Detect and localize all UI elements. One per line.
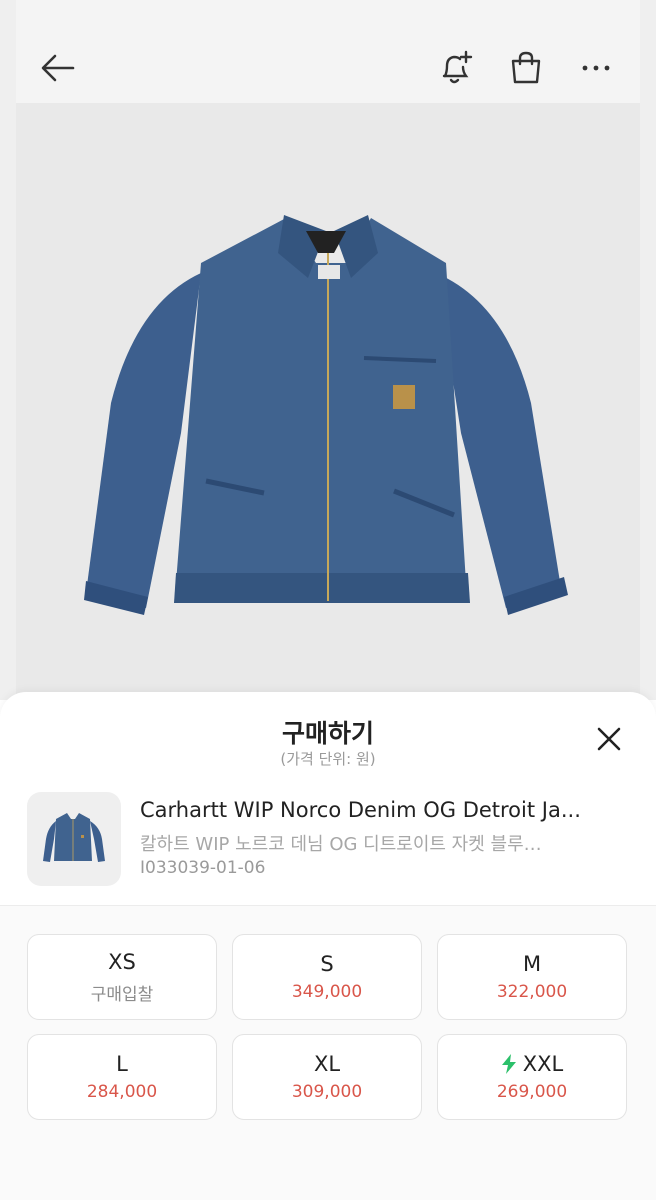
purchase-sheet: 구매하기 (가격 단위: 원) Carhartt WIP Norco Denim… <box>0 692 656 1200</box>
size-label: M <box>522 952 542 976</box>
more-horizontal-icon <box>582 65 610 71</box>
product-name-en: Carhartt WIP Norco Denim OG Detroit Ja..… <box>140 798 581 822</box>
product-code: I033039-01-06 <box>140 858 266 878</box>
size-price: 349,000 <box>291 982 363 1002</box>
shopping-bag-button[interactable] <box>506 48 546 88</box>
size-price: 309,000 <box>291 1082 363 1102</box>
sheet-title: 구매하기 <box>281 719 374 748</box>
size-label: XS <box>108 949 136 974</box>
lightning-bolt-icon <box>501 1054 516 1074</box>
size-price: 322,000 <box>496 982 568 1002</box>
size-label: L <box>116 1052 128 1076</box>
size-price: 284,000 <box>86 1082 158 1102</box>
product-summary: Carhartt WIP Norco Denim OG Detroit Ja..… <box>0 792 656 904</box>
top-nav-bar <box>16 0 640 103</box>
frame-right <box>640 0 656 700</box>
back-button[interactable] <box>38 48 78 88</box>
size-label: XL <box>313 1052 341 1076</box>
size-price: 구매입찰 <box>90 984 154 1005</box>
denim-jacket-image <box>84 215 568 615</box>
notification-button[interactable] <box>436 48 476 88</box>
product-image[interactable] <box>16 103 640 703</box>
frame-left <box>0 0 16 700</box>
product-name-ko: 칼하트 WIP 노르코 데님 OG 디트로이트 자켓 블루… <box>140 834 542 855</box>
denim-jacket-thumbnail <box>43 813 105 862</box>
size-option-xs[interactable]: XS 구매입찰 <box>27 934 217 1020</box>
shopping-bag-icon <box>511 51 541 84</box>
size-grid: XS 구매입찰 S 349,000 M 322,000 L 284,000 XL… <box>27 934 629 1120</box>
size-option-xl[interactable]: XL 309,000 <box>232 1034 422 1120</box>
size-option-s[interactable]: S 349,000 <box>232 934 422 1020</box>
size-option-xxl[interactable]: XXL 269,000 <box>437 1034 627 1120</box>
size-label: S <box>320 952 334 976</box>
more-button[interactable] <box>576 48 616 88</box>
bell-plus-icon <box>442 50 473 84</box>
close-icon <box>597 727 621 751</box>
size-option-m[interactable]: M 322,000 <box>437 934 627 1020</box>
arrow-left-icon <box>41 54 75 82</box>
size-option-l[interactable]: L 284,000 <box>27 1034 217 1120</box>
size-price: 269,000 <box>496 1082 568 1102</box>
close-button[interactable] <box>592 722 626 756</box>
price-unit-note: (가격 단위: 원) <box>280 750 376 768</box>
product-thumbnail <box>27 792 121 886</box>
size-label: XXL <box>501 1052 563 1076</box>
